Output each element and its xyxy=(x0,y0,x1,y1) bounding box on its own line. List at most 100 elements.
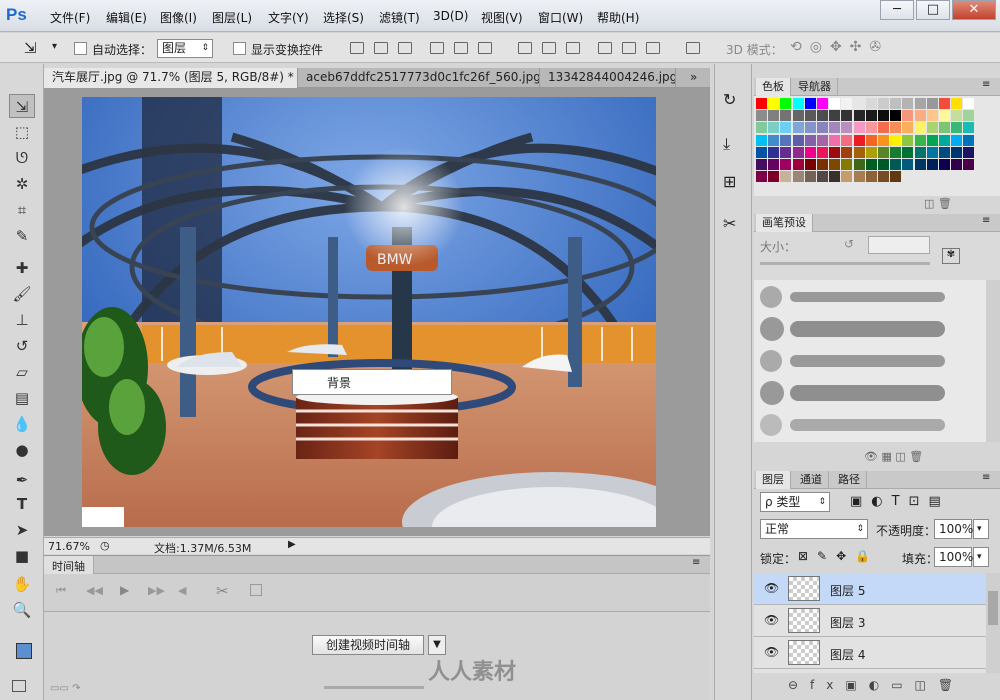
color-swatch[interactable] xyxy=(768,146,780,158)
status-menu-arrow-icon[interactable]: ▶ xyxy=(288,539,296,550)
menu-item-3[interactable]: 图层(L) xyxy=(212,9,252,26)
show-transform-checkbox[interactable] xyxy=(233,42,246,55)
color-swatch[interactable] xyxy=(841,159,853,170)
color-swatch[interactable] xyxy=(902,159,914,170)
menu-item-10[interactable]: 帮助(H) xyxy=(597,9,639,26)
magic-wand-tool-icon[interactable]: ✲ xyxy=(9,172,35,196)
color-swatch[interactable] xyxy=(756,159,767,170)
color-swatch[interactable] xyxy=(878,98,889,109)
color-swatch[interactable] xyxy=(914,98,926,109)
move-tool-icon[interactable]: ⇲ xyxy=(24,39,37,57)
layer-row[interactable]: 👁 图层 4 xyxy=(754,637,986,669)
distribute-left-icon[interactable] xyxy=(598,42,612,54)
align-bottom-icon[interactable] xyxy=(398,42,412,54)
menu-item-0[interactable]: 文件(F) xyxy=(50,9,90,26)
color-swatch[interactable] xyxy=(768,110,780,122)
color-swatch[interactable] xyxy=(865,134,877,146)
color-swatch[interactable] xyxy=(768,134,780,146)
color-swatch[interactable] xyxy=(926,110,938,122)
timeline-footer-icons[interactable]: ▭▭ ↷ xyxy=(50,683,80,694)
crop-tool-icon[interactable]: ⌗ xyxy=(9,198,35,222)
color-swatch[interactable] xyxy=(939,146,950,158)
color-swatch[interactable] xyxy=(756,110,767,122)
color-swatch[interactable] xyxy=(865,98,877,109)
color-swatch[interactable] xyxy=(780,146,792,158)
color-swatch[interactable] xyxy=(890,98,902,109)
color-swatch[interactable] xyxy=(890,159,902,170)
color-swatch[interactable] xyxy=(939,98,950,109)
layer-row[interactable]: 👁 图层 3 xyxy=(754,605,986,637)
color-swatch[interactable] xyxy=(829,110,841,122)
color-swatch[interactable] xyxy=(951,122,963,134)
color-swatch[interactable] xyxy=(951,159,963,170)
color-swatch[interactable] xyxy=(756,171,767,183)
opacity-dropdown-icon[interactable]: ▾ xyxy=(973,519,989,539)
eyedropper-tool-icon[interactable]: ✎ xyxy=(9,224,35,248)
color-swatch[interactable] xyxy=(756,146,767,158)
color-swatch[interactable] xyxy=(926,98,938,109)
clone-stamp-tool-icon[interactable]: ⊥ xyxy=(9,308,35,332)
color-swatch[interactable] xyxy=(926,146,938,158)
layer-actions-icons[interactable]: ⊖fx▣◐▭◫🗑 xyxy=(788,678,965,692)
color-swatch[interactable] xyxy=(792,159,804,170)
color-swatch[interactable] xyxy=(902,110,914,122)
color-swatch[interactable] xyxy=(963,159,975,170)
context-menu-item-background[interactable]: 背景 xyxy=(327,374,351,391)
brush-preset[interactable] xyxy=(756,410,986,440)
close-window-button[interactable]: ✕ xyxy=(952,0,996,20)
tab-paths[interactable]: 路径 xyxy=(832,471,867,489)
menu-item-6[interactable]: 滤镜(T) xyxy=(379,9,420,26)
layer-row[interactable]: 👁 图层 5 xyxy=(754,573,986,605)
color-swatch[interactable] xyxy=(926,159,938,170)
brush-panel-toggle-icon[interactable]: ✾ xyxy=(942,248,960,264)
color-swatch[interactable] xyxy=(817,98,828,109)
color-swatch[interactable] xyxy=(841,134,853,146)
color-swatch[interactable] xyxy=(853,110,865,122)
eraser-tool-icon[interactable]: ▱ xyxy=(9,360,35,384)
color-swatch[interactable] xyxy=(878,134,889,146)
play-icon[interactable]: ▶ xyxy=(120,583,129,597)
align-right-icon[interactable] xyxy=(478,42,492,54)
color-swatch[interactable] xyxy=(853,98,865,109)
color-swatch[interactable] xyxy=(963,134,975,146)
color-swatch[interactable] xyxy=(817,110,828,122)
color-swatch[interactable] xyxy=(780,122,792,134)
color-swatch[interactable] xyxy=(804,98,816,109)
move-tool-icon[interactable]: ⇲ xyxy=(9,94,35,118)
distribute-top-icon[interactable] xyxy=(518,42,532,54)
color-swatch[interactable] xyxy=(926,122,938,134)
color-swatch[interactable] xyxy=(914,134,926,146)
panel-menu-icon[interactable]: ≡ xyxy=(982,472,990,483)
panel-menu-icon[interactable]: ≡ xyxy=(982,79,990,90)
color-swatch[interactable] xyxy=(865,146,877,158)
create-video-timeline-button[interactable]: 创建视频时间轴 xyxy=(312,635,424,655)
color-swatch[interactable] xyxy=(804,134,816,146)
color-swatch[interactable] xyxy=(780,98,792,109)
color-swatch[interactable] xyxy=(804,122,816,134)
color-swatch[interactable] xyxy=(951,146,963,158)
distribute-hcenter-icon[interactable] xyxy=(622,42,636,54)
distribute-right-icon[interactable] xyxy=(646,42,660,54)
color-swatch[interactable] xyxy=(902,98,914,109)
align-vcenter-icon[interactable] xyxy=(374,42,388,54)
color-swatch[interactable] xyxy=(768,122,780,134)
color-swatch[interactable] xyxy=(768,159,780,170)
auto-select-checkbox[interactable] xyxy=(74,42,87,55)
color-swatch[interactable] xyxy=(853,159,865,170)
color-swatch[interactable] xyxy=(951,98,963,109)
tab-timeline[interactable]: 时间轴 xyxy=(44,556,94,574)
color-swatch[interactable] xyxy=(951,110,963,122)
swatches-grid[interactable] xyxy=(754,96,1000,196)
blur-tool-icon[interactable]: 💧 xyxy=(9,412,35,436)
3d-tools-icons[interactable]: ⟲◎✥✣✇ xyxy=(790,39,889,55)
transition-icon[interactable] xyxy=(250,584,262,596)
color-swatch[interactable] xyxy=(829,98,841,109)
color-swatch[interactable] xyxy=(878,110,889,122)
maximize-button[interactable]: □ xyxy=(916,0,950,20)
color-swatch[interactable] xyxy=(780,159,792,170)
menu-item-8[interactable]: 视图(V) xyxy=(481,9,523,26)
color-swatch[interactable] xyxy=(963,98,975,109)
history-brush-tool-icon[interactable]: ↺ xyxy=(9,334,35,358)
brush-size-slider[interactable] xyxy=(760,262,930,265)
minimize-button[interactable]: ─ xyxy=(880,0,914,20)
